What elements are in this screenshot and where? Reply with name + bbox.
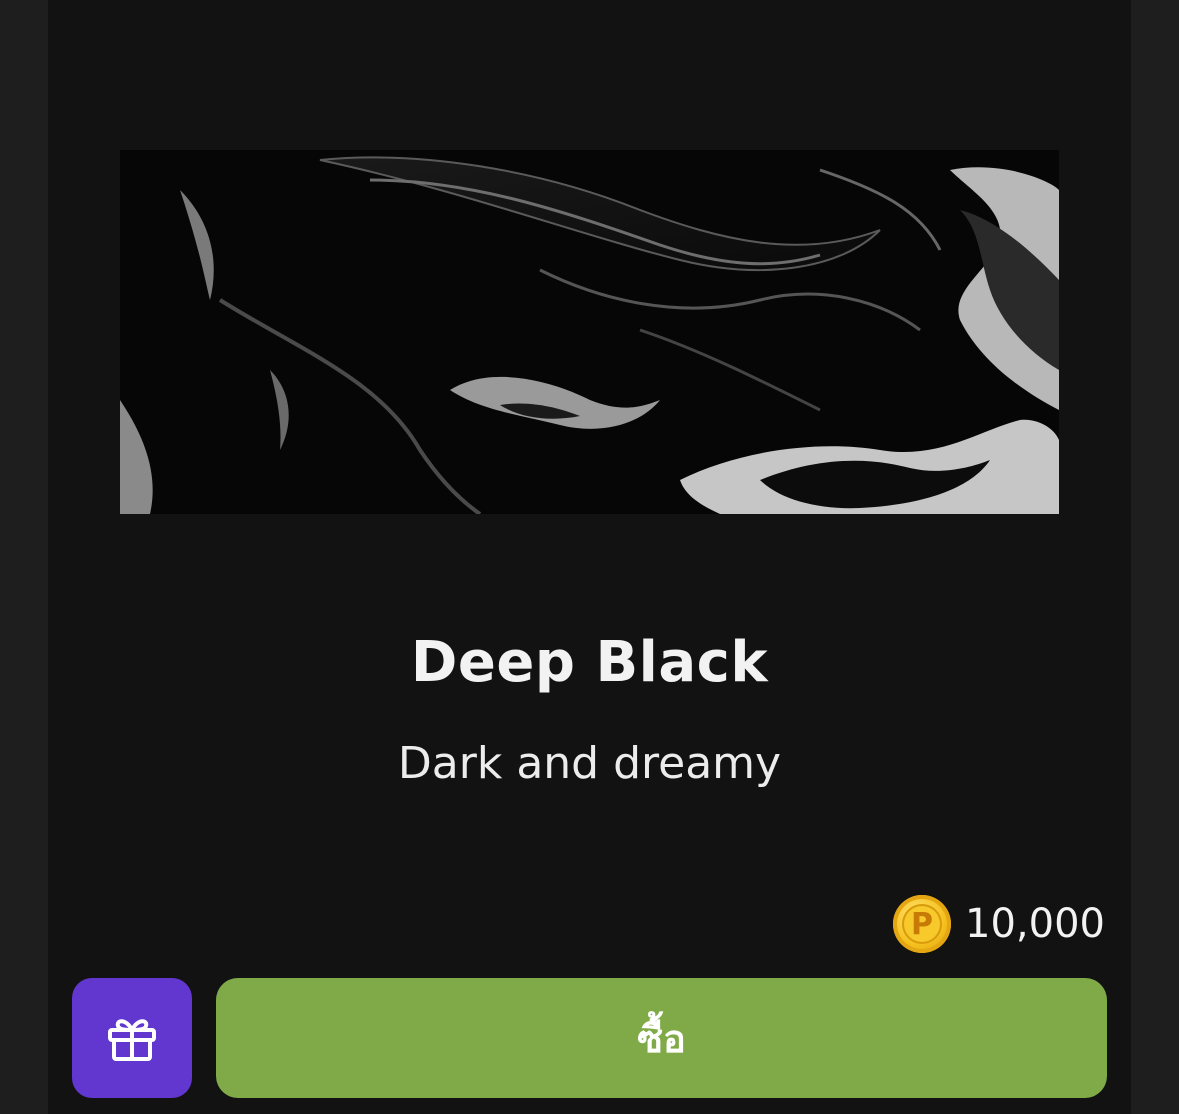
theme-title: Deep Black [410,630,769,695]
theme-subtitle: Dark and dreamy [397,738,782,789]
gift-button[interactable] [72,978,192,1098]
gift-icon [108,1019,156,1061]
page: Deep Black Dark and dreamy P 10,000 ซื้อ [0,0,1179,1114]
theme-preview-image [120,150,1059,514]
coin-symbol: P [902,904,943,944]
buy-button[interactable]: ซื้อ [216,978,1107,1098]
price-tag: P 10,000 [893,893,1105,955]
coin-p-icon: P [893,895,952,953]
price-value: 10,000 [965,901,1105,947]
